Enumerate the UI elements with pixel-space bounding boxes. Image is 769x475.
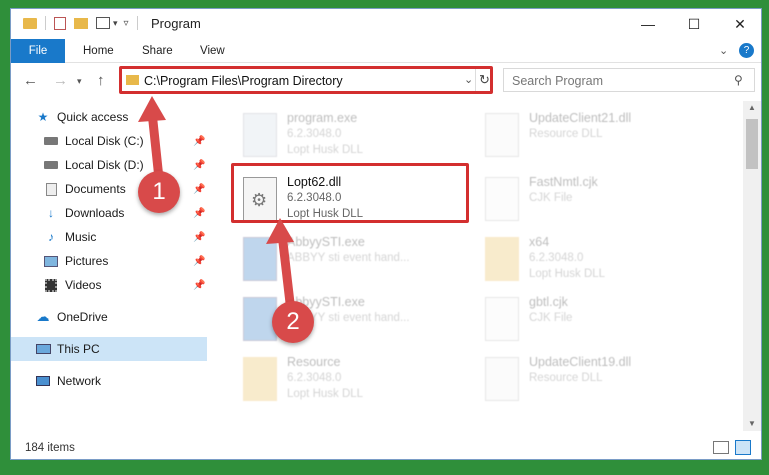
annotation-layer [138, 96, 297, 325]
step-badge-2: 2 [272, 301, 314, 343]
step-badge-1: 1 [138, 171, 180, 213]
